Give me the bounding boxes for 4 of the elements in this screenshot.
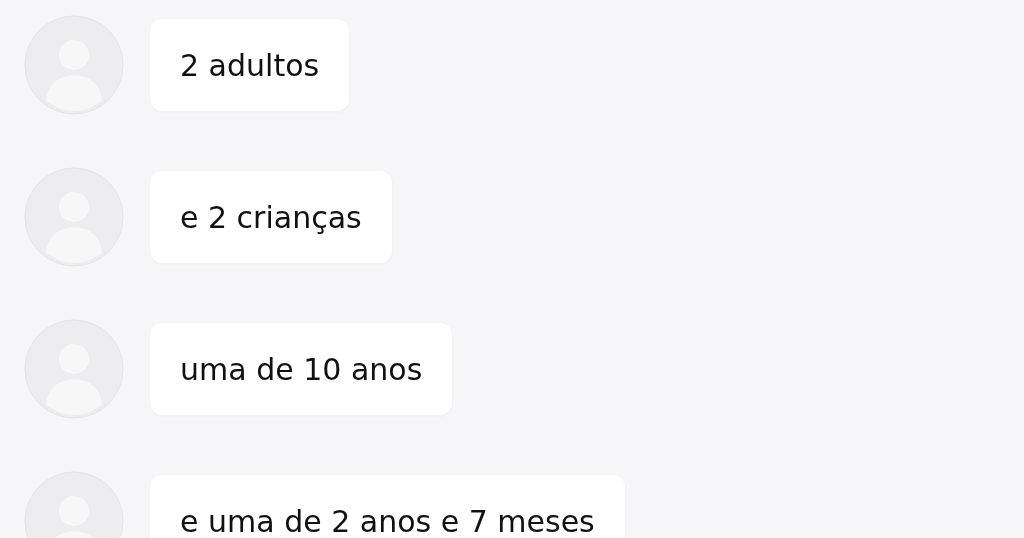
message-bubble: 2 adultos [150, 19, 350, 111]
message-bubble: e uma de 2 anos e 7 meses [150, 475, 625, 538]
message-bubble: e 2 crianças [150, 171, 392, 263]
message-bubble: uma de 10 anos [150, 323, 453, 415]
